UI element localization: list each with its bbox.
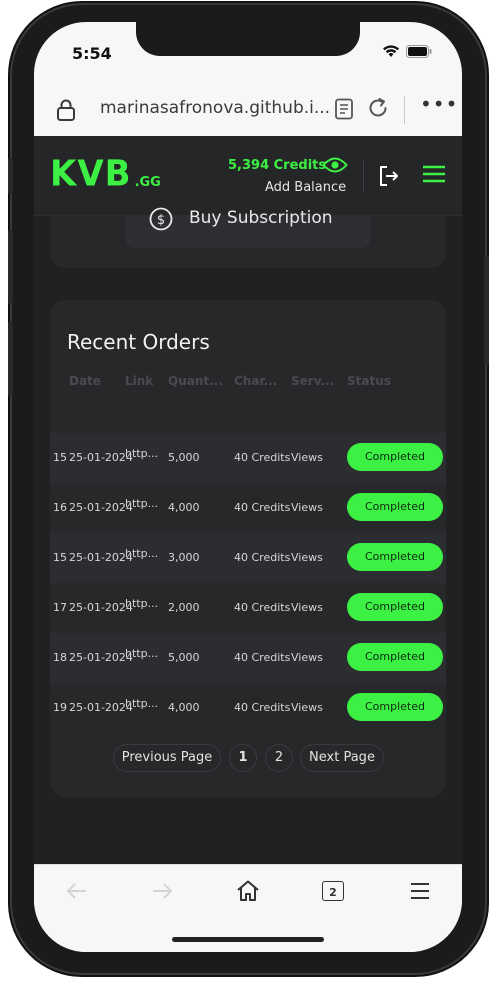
- status-badge: Completed: [347, 593, 443, 621]
- order-id: 19: [53, 701, 67, 714]
- column-header-link[interactable]: Link: [125, 374, 153, 388]
- page-1-button[interactable]: 1: [229, 744, 257, 772]
- battery-icon: [406, 44, 432, 58]
- order-quantity: 4,000: [168, 701, 200, 714]
- svg-text:$: $: [157, 213, 165, 228]
- order-quantity: 5,000: [168, 451, 200, 464]
- menu-lines-icon[interactable]: [409, 879, 431, 903]
- order-date: 25-01-2024: [69, 651, 133, 664]
- notch: [136, 22, 360, 56]
- status-badge: Completed: [347, 643, 443, 671]
- back-arrow-icon[interactable]: [64, 879, 90, 903]
- header-divider: [363, 160, 364, 192]
- previous-page-button[interactable]: Previous Page: [113, 744, 221, 772]
- address-bar-divider: [404, 96, 405, 124]
- column-header-charge[interactable]: Char...: [234, 374, 277, 388]
- order-quantity: 2,000: [168, 601, 200, 614]
- order-service: Views: [291, 651, 323, 664]
- browser-toolbar: 2: [34, 864, 462, 952]
- volume-up-button: [8, 230, 13, 304]
- more-options-icon[interactable]: •••: [420, 92, 458, 116]
- phone-screen: 5:54 marinasafronova.github.i... ••• $ B…: [34, 22, 462, 952]
- buy-subscription-label: Buy Subscription: [189, 208, 333, 228]
- logout-icon[interactable]: [377, 164, 401, 188]
- column-header-date[interactable]: Date: [69, 374, 101, 388]
- status-icons: [382, 44, 432, 58]
- order-quantity: 3,000: [168, 551, 200, 564]
- home-indicator: [172, 937, 324, 942]
- power-button: [484, 255, 489, 365]
- home-icon[interactable]: [235, 879, 261, 903]
- order-id: 17: [53, 601, 67, 614]
- volume-down-button: [8, 322, 13, 396]
- status-time: 5:54: [72, 44, 112, 63]
- order-service: Views: [291, 501, 323, 514]
- order-charge: 40 Credits: [234, 651, 291, 664]
- recent-orders-title: Recent Orders: [67, 330, 210, 354]
- table-row: 16 25-01-2024 http... 4,000 40 Credits V…: [50, 483, 446, 533]
- column-header-quantity[interactable]: Quant...: [168, 374, 223, 388]
- status-badge: Completed: [347, 443, 443, 471]
- order-charge: 40 Credits: [234, 601, 291, 614]
- credits-balance: 5,394 Credits: [228, 158, 327, 173]
- order-id: 15: [53, 551, 67, 564]
- lock-icon: [57, 99, 75, 121]
- order-link[interactable]: http...: [125, 597, 158, 610]
- recent-orders-card: Recent Orders Date Link Quant... Char...…: [50, 300, 446, 798]
- order-service: Views: [291, 701, 323, 714]
- status-badge: Completed: [347, 543, 443, 571]
- table-row: 15 25-01-2024 http... 3,000 40 Credits V…: [50, 533, 446, 583]
- order-id: 18: [53, 651, 67, 664]
- hamburger-menu-icon[interactable]: [422, 164, 446, 184]
- column-header-service[interactable]: Serv...: [291, 374, 334, 388]
- add-balance-link[interactable]: Add Balance: [265, 180, 346, 195]
- logo-text: KVB: [50, 153, 132, 195]
- reload-icon[interactable]: [366, 96, 390, 120]
- order-id: 16: [53, 501, 67, 514]
- next-page-button[interactable]: Next Page: [300, 744, 384, 772]
- order-date: 25-01-2024: [69, 551, 133, 564]
- kvb-logo[interactable]: KVB .GG: [50, 153, 161, 195]
- order-link[interactable]: http...: [125, 647, 158, 660]
- tabs-icon[interactable]: 2: [322, 881, 344, 901]
- order-link[interactable]: http...: [125, 697, 158, 710]
- order-quantity: 5,000: [168, 651, 200, 664]
- page-2-button[interactable]: 2: [265, 744, 293, 772]
- order-id: 15: [53, 451, 67, 464]
- order-quantity: 4,000: [168, 501, 200, 514]
- logo-suffix: .GG: [134, 175, 161, 190]
- order-charge: 40 Credits: [234, 701, 291, 714]
- table-row: 15 25-01-2024 http... 5,000 40 Credits V…: [50, 433, 446, 483]
- order-date: 25-01-2024: [69, 601, 133, 614]
- forward-arrow-icon[interactable]: [149, 879, 175, 903]
- browser-address-bar: marinasafronova.github.i... •••: [34, 84, 462, 136]
- web-content: $ Buy Subscription KVB .GG 5,394 Credits…: [34, 136, 462, 864]
- status-badge: Completed: [347, 493, 443, 521]
- status-badge: Completed: [347, 693, 443, 721]
- order-charge: 40 Credits: [234, 551, 291, 564]
- column-header-status[interactable]: Status: [347, 374, 391, 388]
- eye-icon[interactable]: [322, 156, 348, 174]
- order-charge: 40 Credits: [234, 451, 291, 464]
- table-row: 17 25-01-2024 http... 2,000 40 Credits V…: [50, 583, 446, 633]
- order-date: 25-01-2024: [69, 451, 133, 464]
- site-header: KVB .GG 5,394 Credits Add Balance: [34, 136, 462, 216]
- order-link[interactable]: http...: [125, 447, 158, 460]
- mute-switch: [8, 158, 13, 194]
- url-field[interactable]: marinasafronova.github.i...: [100, 98, 330, 118]
- reader-mode-icon[interactable]: [334, 98, 354, 120]
- dollar-circle-icon: $: [149, 207, 173, 231]
- order-service: Views: [291, 551, 323, 564]
- order-charge: 40 Credits: [234, 501, 291, 514]
- wifi-icon: [383, 45, 399, 57]
- tab-count: 2: [329, 886, 337, 899]
- order-date: 25-01-2024: [69, 501, 133, 514]
- order-link[interactable]: http...: [125, 497, 158, 510]
- order-link[interactable]: http...: [125, 547, 158, 560]
- order-service: Views: [291, 601, 323, 614]
- table-row: 19 25-01-2024 http... 4,000 40 Credits Views C…: [50, 683, 446, 733]
- order-service: Views: [291, 451, 323, 464]
- table-row: 18 25-01-2024 http... 5,000 40 Credits V…: [50, 633, 446, 683]
- order-date: 25-01-2024: [69, 701, 133, 714]
